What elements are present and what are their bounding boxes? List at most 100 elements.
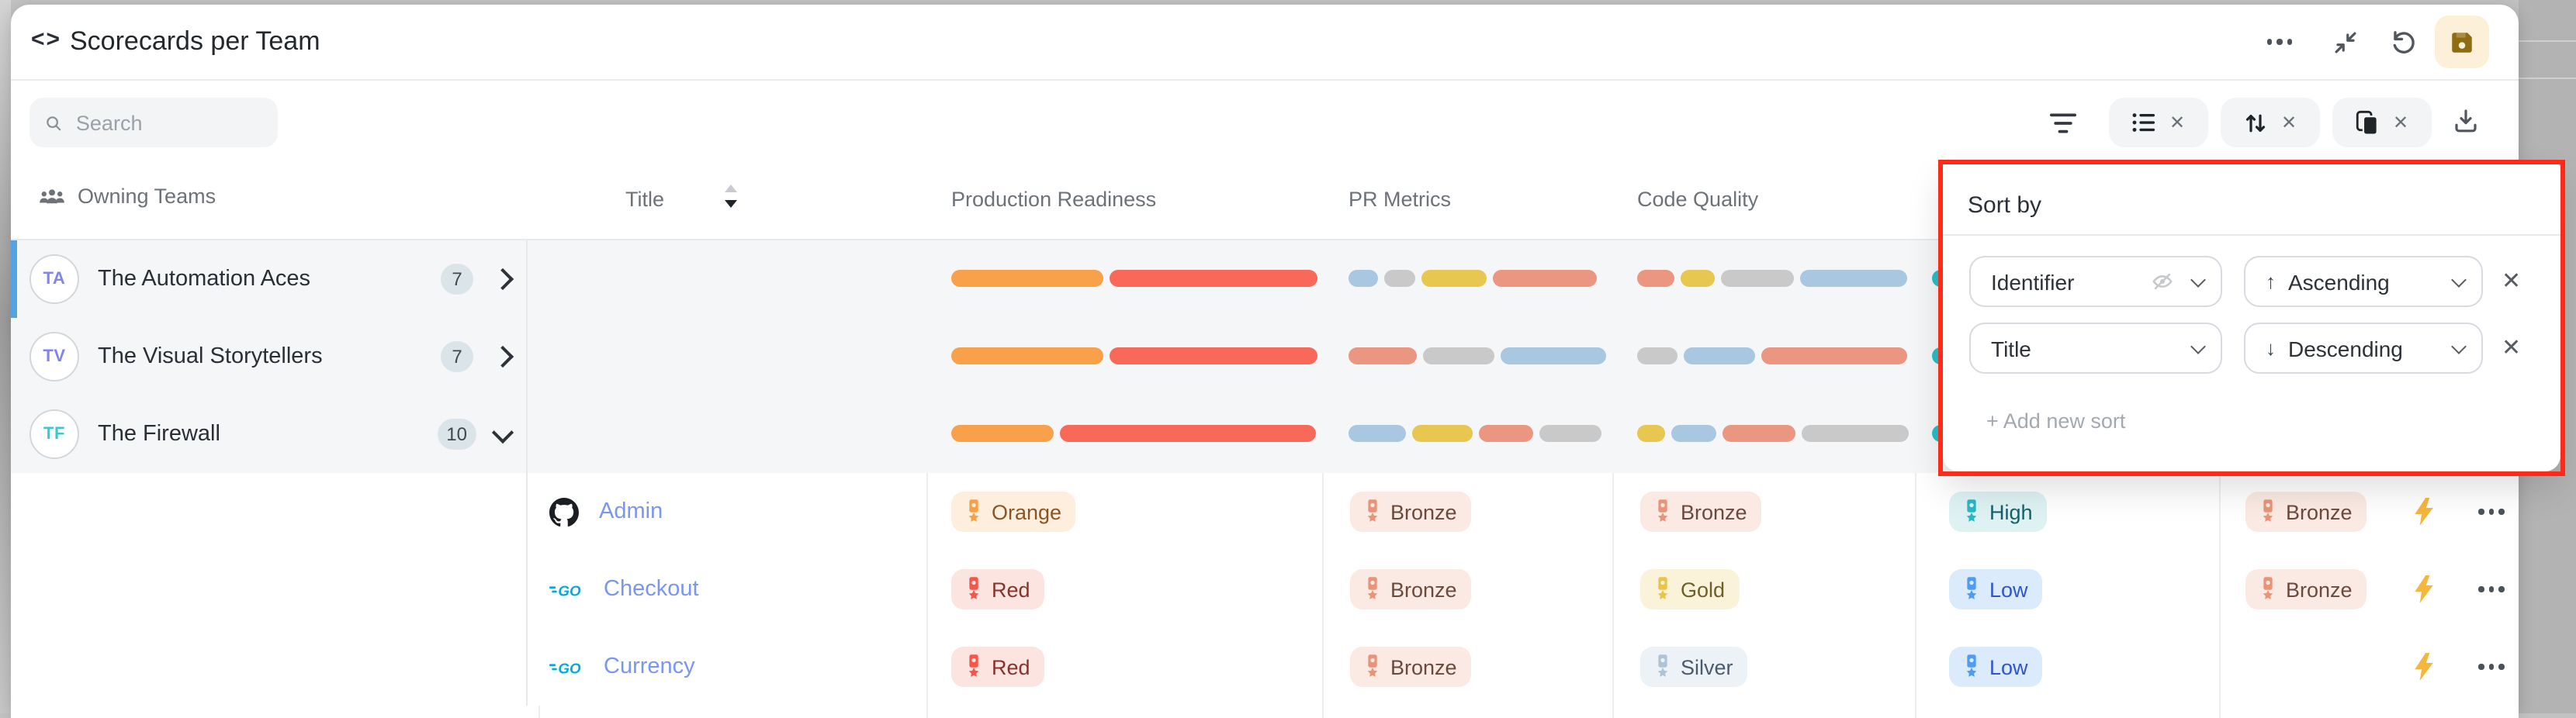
empty-team-cell [11,628,528,706]
badge-label: Low [1989,655,2028,678]
production-readiness-badge: Orange [951,492,1075,532]
remove-sort-chip-icon[interactable]: ✕ [2281,112,2297,133]
row-menu-button[interactable] [2478,509,2504,514]
pr-metrics-badge: Bronze [1350,492,1471,532]
badge-label: Bronze [1390,500,1457,523]
filter-icon [2049,111,2076,134]
team-cell-visual-storytellers[interactable]: TV The Visual Storytellers 7 [11,318,528,395]
team-cell-automation-aces[interactable]: TA The Automation Aces 7 [11,240,528,318]
column-pr-metrics[interactable]: PR Metrics [1349,188,1451,211]
sort-direction-dropdown[interactable]: ↓ Descending [2244,323,2483,374]
team-cell-firewall[interactable]: TF The Firewall 10 [11,395,528,473]
list-icon [2132,112,2155,133]
extra-column-badge: Bronze [2245,492,2367,532]
column-owning-teams[interactable]: Owning Teams [39,185,216,208]
save-button[interactable] [2435,16,2489,68]
chevron-down-icon [2190,271,2206,287]
remove-group-chip-icon[interactable]: ✕ [2393,112,2408,133]
search-input[interactable] [29,98,278,147]
more-options-button[interactable] [2261,23,2298,60]
badge-label: Bronze [1681,500,1747,523]
service-link[interactable]: Checkout [604,577,699,602]
chevron-down-icon [2451,338,2467,354]
extra-column-badge: Bronze [2245,569,2367,609]
team-count-badge: 7 [441,264,473,295]
avatar: TV [29,332,79,381]
remove-list-chip-icon[interactable]: ✕ [2169,112,2185,133]
badge-label: Bronze [2286,578,2353,601]
table-row-service-checkout: GO Checkout Red Bronze Gold Low Bronze [11,551,2519,630]
service-link[interactable]: Currency [604,654,695,679]
pr-metrics-badge: Bronze [1350,647,1471,687]
download-button[interactable] [2447,102,2484,140]
add-new-sort-button[interactable]: + Add new sort [1986,409,2125,433]
caret-down-icon [725,200,737,208]
chevron-right-icon[interactable] [492,268,514,290]
team-name: The Visual Storytellers [98,344,422,369]
medal-icon [965,654,982,679]
empty-team-cell [11,551,528,628]
undo-button[interactable] [2385,23,2422,60]
column-production-readiness[interactable]: Production Readiness [951,188,1156,211]
production-readiness-bar [951,270,1317,287]
search-field[interactable] [73,109,262,136]
lightning-icon[interactable] [2413,575,2435,603]
pr-metrics-bar [1349,425,1601,442]
chevron-right-icon[interactable] [492,346,514,368]
go-logo-icon: GO [549,579,583,599]
row-menu-button[interactable] [2478,586,2504,592]
team-name: The Automation Aces [98,267,422,292]
sort-field-dropdown[interactable]: Title [1969,323,2222,374]
badge-label: Red [992,578,1030,601]
badge-label: Red [992,655,1030,678]
caret-up-icon [725,185,737,192]
pr-metrics-bar [1349,347,1606,364]
production-readiness-bar [951,425,1316,442]
medal-icon [1654,499,1671,524]
sort-arrows-icon [2244,111,2267,134]
remove-sort-rule-button[interactable]: ✕ [2502,267,2521,295]
service-link[interactable]: Admin [599,499,663,524]
group-list-chip[interactable]: ✕ [2109,98,2208,147]
collapse-button[interactable] [2326,23,2363,60]
badge-label: Bronze [1390,655,1457,678]
code-quality-badge: Silver [1640,647,1747,687]
sort-field-dropdown[interactable]: Identifier [1969,256,2222,307]
lightning-icon[interactable] [2413,653,2435,681]
badge-label: High [1989,500,2033,523]
code-quality-bar [1637,425,1909,442]
production-readiness-badge: Red [951,569,1044,609]
medal-icon [1963,499,1980,524]
chevron-down-icon [2451,271,2467,287]
github-icon [549,497,579,526]
badge-label: Gold [1681,578,1725,601]
save-icon [2449,29,2475,55]
filter-button[interactable] [2044,104,2081,141]
table-row-service-currency: GO Currency Red Bronze Silver Low [11,628,2519,707]
badge-label: Bronze [2286,500,2353,523]
production-readiness-badge: Red [951,647,1044,687]
badge-label: Orange [992,500,1061,523]
chevron-down-icon[interactable] [492,421,514,443]
stacked-cards-icon [2356,110,2379,135]
column-title[interactable]: Title [625,188,664,211]
sort-direction-dropdown[interactable]: ↑ Ascending [2244,256,2483,307]
d-column-badge: High [1949,492,2047,532]
row-menu-button[interactable] [2478,664,2504,669]
medal-icon [2259,577,2277,602]
column-code-quality[interactable]: Code Quality [1637,188,1758,211]
medal-icon [2259,499,2277,524]
medal-icon [1364,577,1381,602]
arrow-up-icon: ↑ [2266,270,2276,293]
remove-sort-rule-button[interactable]: ✕ [2502,333,2521,361]
group-by-chip[interactable]: ✕ [2332,98,2432,147]
d-column-badge: Low [1949,569,2042,609]
code-quality-badge: Bronze [1640,492,1761,532]
sort-chip[interactable]: ✕ [2221,98,2320,147]
lightning-icon[interactable] [2413,498,2435,526]
service-title-cell: GO Currency [538,628,926,706]
code-icon: <> [31,26,61,53]
collapse-icon [2332,29,2358,55]
medal-icon [965,577,982,602]
medal-icon [965,499,982,524]
